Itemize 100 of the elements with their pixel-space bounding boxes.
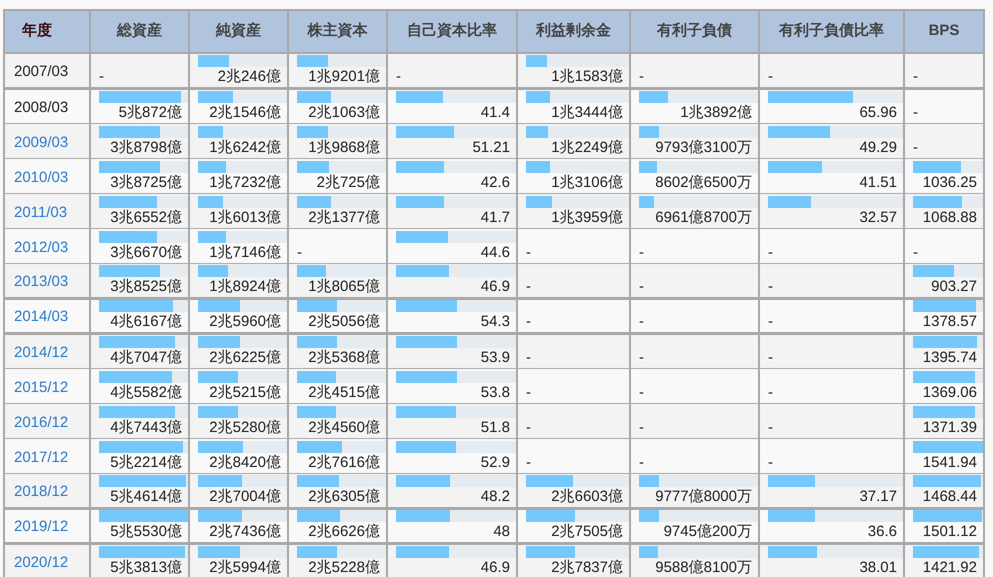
cell-value: 1541.94 [922,454,977,470]
cell-value: 65.96 [859,104,897,120]
cell-value: 52.9 [480,454,510,470]
cell-value: - [639,312,644,330]
column-header[interactable]: 有利子負債 [630,10,759,53]
cell-value: 1068.88 [922,208,977,226]
year-label: 2007/03 [14,63,68,80]
cell-value: 46.9 [480,278,510,294]
cell-value: - [768,384,773,400]
cell-value: 1兆3892億 [680,104,752,120]
cell-value: 2兆5056億 [308,312,380,330]
cell-value: - [768,418,773,436]
cell-value: 2兆4515億 [308,384,380,400]
cell-value: 2兆7616億 [308,454,380,470]
cell-value: 3兆8798億 [110,138,182,156]
cell-value: 5兆3813億 [110,558,182,576]
cell-value: 2兆7436億 [209,522,281,540]
cell-value: - [639,278,644,294]
cell-value: 1395.74 [922,348,977,366]
column-header[interactable]: 自己資本比率 [387,10,517,53]
cell-value: 2兆7505億 [551,522,623,540]
cell-value: 2兆6626億 [308,522,380,540]
cell-value: - [526,454,531,470]
cell-value: 4兆5582億 [110,384,182,400]
cell-value: 1兆3106億 [551,174,623,190]
cell-value: 1036.25 [922,174,977,190]
cell-value: 4兆7443億 [110,418,182,436]
cell-value: 2兆725億 [316,174,380,190]
cell-value: - [913,104,918,120]
cell-value: - [526,384,531,400]
cell-value: 2兆1063億 [308,104,380,120]
cell-value: 1兆7146億 [209,244,281,260]
column-header[interactable]: 純資産 [189,10,288,53]
cell-value: - [639,384,644,400]
cell-value: 9793億3100万 [655,138,752,156]
cell-value: 53.8 [480,384,510,400]
cell-value: - [396,68,401,84]
cell-value: 4兆6167億 [110,312,182,330]
cell-value: 49.29 [859,138,897,156]
cell-value: - [768,244,773,260]
cell-value: - [639,348,644,366]
cell-value: 3兆8525億 [110,278,182,294]
cell-value: - [768,454,773,470]
cell-value: 3兆6670億 [110,244,182,260]
cell-value: 1兆8065億 [308,278,380,294]
column-header[interactable]: 利益剰余金 [517,10,630,53]
cell-value: - [639,68,644,84]
cell-value: 2兆246億 [218,68,281,84]
cell-value: 1421.92 [922,558,977,576]
cell-value: - [526,418,531,436]
cell-value: - [913,138,918,156]
column-header[interactable]: 有利子負債比率 [759,10,904,53]
cell-value: 2兆7837億 [551,558,623,576]
column-header[interactable]: 株主資本 [288,10,387,53]
cell-value: - [768,278,773,294]
cell-value: 32.57 [859,208,897,226]
cell-value: - [913,68,918,84]
cell-value: 2兆5994億 [209,558,281,576]
cell-value: 2兆6225億 [209,348,281,366]
cell-value: 1兆9868億 [308,138,380,156]
cell-value: 53.9 [480,348,510,366]
cell-value: 2兆8420億 [209,454,281,470]
cell-value: - [639,418,644,436]
cell-value: 1兆6013億 [209,208,281,226]
cell-value: 2兆5215億 [209,384,281,400]
cell-value: 54.3 [480,312,510,330]
cell-value: 37.17 [859,488,897,504]
cell-value: 8602億6500万 [655,174,752,190]
column-header[interactable]: 総資産 [90,10,189,53]
cell-value: - [768,68,773,84]
cell-value: 1378.57 [922,312,977,330]
cell-value: 1兆2249億 [551,138,623,156]
cell-value: 1兆6242億 [209,138,281,156]
cell-value: 41.7 [480,208,510,226]
column-header[interactable]: BPS [904,10,984,53]
cell-value: 1468.44 [922,488,977,504]
column-header[interactable]: 年度 [4,10,90,53]
cell-value: - [768,312,773,330]
cell-value: - [639,454,644,470]
cell-value: 51.21 [472,138,510,156]
cell-value: 9777億8000万 [655,488,752,504]
cell-value: - [99,68,104,84]
cell-value: 1兆9201億 [308,68,380,84]
cell-value: - [526,278,531,294]
cell-value: 2兆5960億 [209,312,281,330]
cell-value: 41.4 [480,104,510,120]
cell-value: 2兆1546億 [209,104,281,120]
cell-value: 1兆3444億 [551,104,623,120]
cell-value: 2兆5280億 [209,418,281,436]
cell-value: - [526,312,531,330]
cell-value: 1371.39 [922,418,977,436]
cell-value: 2兆5228億 [308,558,380,576]
cell-value: 44.6 [480,244,510,260]
cell-value: 9745億200万 [664,522,752,540]
cell-value: 2兆4560億 [308,418,380,436]
cell-value: 48.2 [480,488,510,504]
cell-value: 1369.06 [922,384,977,400]
cell-value: 2兆7004億 [209,488,281,504]
cell-value: 2兆6305億 [308,488,380,504]
cell-value: - [768,348,773,366]
